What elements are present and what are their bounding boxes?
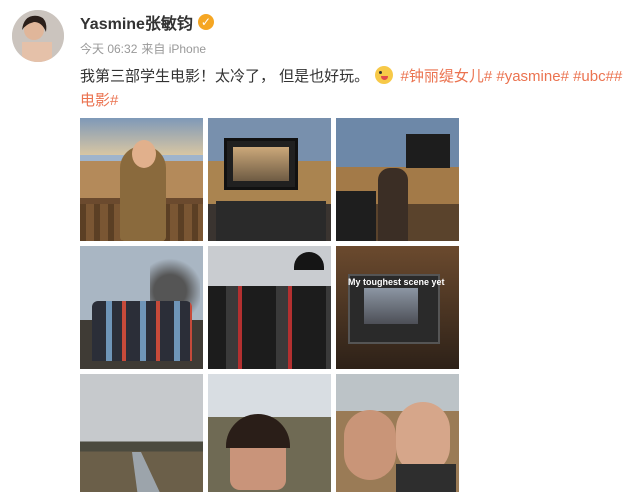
post-time[interactable]: 今天 06:32 <box>80 40 137 57</box>
post-meta: 今天 06:32 来自 iPhone <box>80 40 206 57</box>
photo-8[interactable] <box>208 374 331 492</box>
verified-badge-icon: ✓ <box>197 14 214 30</box>
photo-overlay-text: My toughest scene yet <box>348 277 445 287</box>
topic-link-1[interactable]: #钟丽缇女儿# <box>401 68 493 85</box>
photo-9[interactable] <box>336 374 459 492</box>
author-name[interactable]: Yasmine张敏钧 ✓ <box>80 10 214 34</box>
avatar[interactable] <box>12 10 64 62</box>
post-source: 来自 iPhone <box>141 42 207 56</box>
photo-7[interactable] <box>80 374 203 492</box>
photo-3[interactable] <box>336 118 459 241</box>
topic-link-2[interactable]: #yasmine# <box>496 68 569 85</box>
post-text: 我第三部学生电影！太冷了， 但是也好玩。 #钟丽缇女儿# #yasmine# #… <box>80 65 635 113</box>
photo-grid: My toughest scene yet <box>80 118 459 492</box>
laughing-face-emoji-icon <box>375 66 394 84</box>
photo-5[interactable] <box>208 246 331 369</box>
post-main-text: 我第三部学生电影！太冷了， 但是也好玩。 <box>80 68 370 85</box>
photo-2[interactable] <box>208 118 331 241</box>
author-label[interactable]: Yasmine张敏钧 <box>80 10 193 34</box>
photo-4[interactable] <box>80 246 203 369</box>
photo-1[interactable] <box>80 118 203 241</box>
photo-6[interactable]: My toughest scene yet <box>336 246 459 369</box>
